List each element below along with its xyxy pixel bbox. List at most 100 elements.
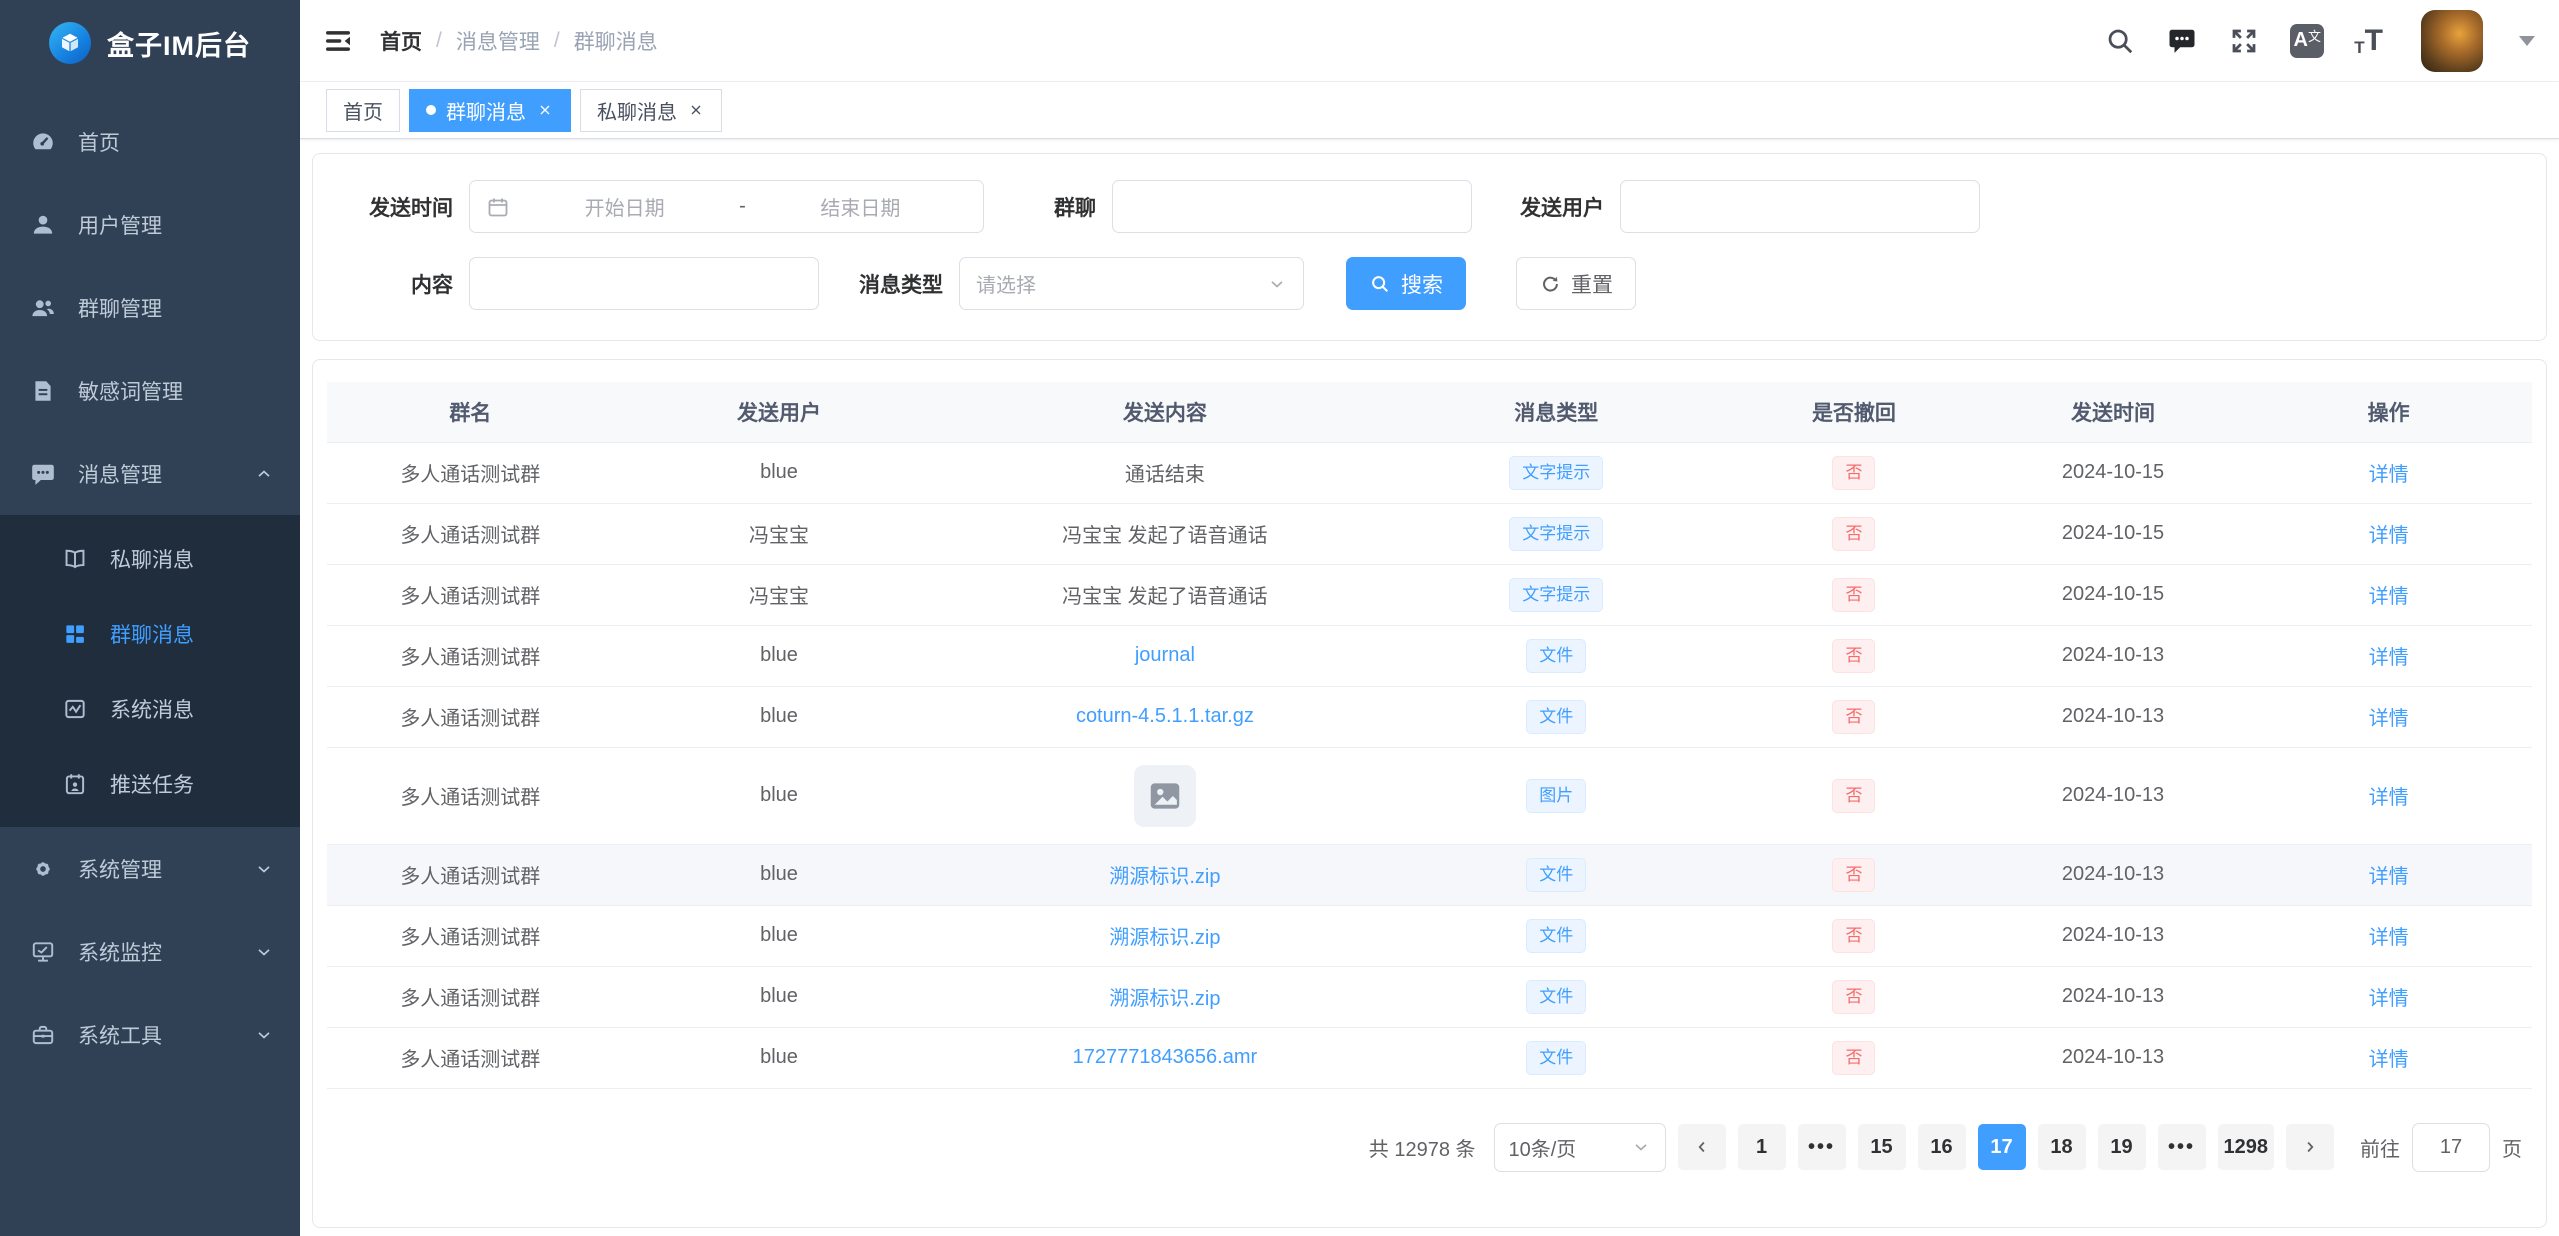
tab-home[interactable]: 首页: [326, 89, 400, 132]
app-title: 盒子IM后台: [107, 24, 251, 63]
date-range-separator: -: [739, 195, 746, 218]
toolbox-icon: [30, 1022, 56, 1048]
page-button[interactable]: 1: [1738, 1124, 1786, 1170]
chevron-down-icon: [1631, 1137, 1651, 1157]
end-date-placeholder[interactable]: 结束日期: [754, 192, 967, 221]
sidebar-subitem-system-messages[interactable]: 系统消息: [0, 671, 300, 746]
chevron-up-icon: [254, 464, 274, 484]
message-bubble-icon[interactable]: [2166, 25, 2198, 57]
sidebar-item-messages[interactable]: 消息管理: [0, 432, 300, 515]
send-user-input[interactable]: [1620, 180, 1980, 233]
page-button[interactable]: 16: [1918, 1124, 1966, 1170]
document-icon: [30, 378, 56, 404]
page-button[interactable]: 18: [2038, 1124, 2086, 1170]
file-link[interactable]: 溯源标识.zip: [1109, 927, 1220, 949]
group-chat-input[interactable]: [1112, 180, 1472, 233]
tab-private-messages[interactable]: 私聊消息: [580, 89, 722, 132]
table-row: 多人通话测试群 blue coturn-4.5.1.1.tar.gz 文件 否 …: [327, 686, 2532, 747]
table-row: 多人通话测试群 冯宝宝 冯宝宝 发起了语音通话 文字提示 否 2024-10-1…: [327, 503, 2532, 564]
sidebar-subitem-private-messages[interactable]: 私聊消息: [0, 521, 300, 596]
font-size-icon[interactable]: T T: [2354, 26, 2383, 56]
breadcrumb-home[interactable]: 首页: [380, 26, 422, 56]
cell-group: 多人通话测试群: [327, 686, 614, 747]
msg-type-tag: 文件: [1526, 700, 1586, 734]
collapse-sidebar-icon[interactable]: [322, 25, 354, 57]
detail-link[interactable]: 详情: [2369, 464, 2409, 486]
detail-link[interactable]: 详情: [2369, 787, 2409, 809]
file-link[interactable]: journal: [1135, 644, 1195, 666]
file-link[interactable]: 1727771843656.amr: [1073, 1046, 1258, 1068]
translate-icon[interactable]: A 文: [2290, 24, 2324, 58]
page-button[interactable]: 19: [2098, 1124, 2146, 1170]
goto-page-input[interactable]: [2412, 1123, 2490, 1172]
detail-link[interactable]: 详情: [2369, 988, 2409, 1010]
cell-content: 冯宝宝 发起了语音通话: [944, 564, 1385, 625]
sidebar-item-system-admin[interactable]: 系统管理: [0, 827, 300, 910]
cell-time: 2024-10-13: [1981, 625, 2246, 686]
page-button[interactable]: 15: [1858, 1124, 1906, 1170]
msg-type-tag: 文件: [1526, 1041, 1586, 1075]
file-link[interactable]: 溯源标识.zip: [1109, 866, 1220, 888]
chevron-down-icon: [254, 859, 274, 879]
sidebar-subitem-group-messages[interactable]: 群聊消息: [0, 596, 300, 671]
fullscreen-icon[interactable]: [2228, 25, 2260, 57]
msg-type-placeholder: 请选择: [976, 269, 1267, 298]
content-input[interactable]: [469, 257, 819, 310]
sidebar-item-groups[interactable]: 群聊管理: [0, 266, 300, 349]
page-size-select[interactable]: 10条/页: [1494, 1123, 1666, 1172]
start-date-placeholder[interactable]: 开始日期: [518, 192, 731, 221]
detail-link[interactable]: 详情: [2369, 927, 2409, 949]
search-icon[interactable]: [2104, 25, 2136, 57]
detail-link[interactable]: 详情: [2369, 1049, 2409, 1071]
prev-page-button[interactable]: [1678, 1124, 1726, 1170]
msg-type-select[interactable]: 请选择: [959, 257, 1304, 310]
sidebar-menu: 首页 用户管理 群聊管理 敏感词管理: [0, 100, 300, 1076]
close-icon[interactable]: [687, 101, 705, 119]
cell-time: 2024-10-15: [1981, 503, 2246, 564]
file-link[interactable]: 溯源标识.zip: [1109, 988, 1220, 1010]
user-avatar[interactable]: [2421, 10, 2483, 72]
sidebar-item-home[interactable]: 首页: [0, 100, 300, 183]
breadcrumb-current: 群聊消息: [574, 26, 658, 56]
cell-group: 多人通话测试群: [327, 905, 614, 966]
chevron-down-icon: [254, 1025, 274, 1045]
page-jumper: 前往 页: [2360, 1123, 2522, 1172]
detail-link[interactable]: 详情: [2369, 866, 2409, 888]
next-page-button[interactable]: [2286, 1124, 2334, 1170]
msg-type-tag: 文件: [1526, 639, 1586, 673]
detail-link[interactable]: 详情: [2369, 708, 2409, 730]
page-button[interactable]: 1298: [2218, 1124, 2275, 1170]
detail-link[interactable]: 详情: [2369, 525, 2409, 547]
avatar-caret-down-icon[interactable]: [2519, 36, 2535, 46]
current-page-button[interactable]: 17: [1978, 1124, 2026, 1170]
date-range-picker[interactable]: 开始日期 - 结束日期: [469, 180, 984, 233]
more-pages-ellipsis[interactable]: •••: [2158, 1124, 2206, 1170]
cell-group: 多人通话测试群: [327, 503, 614, 564]
sidebar-item-sensitive-words[interactable]: 敏感词管理: [0, 349, 300, 432]
filter-row-1: 发送时间 开始日期 - 结束日期 群聊 发送用户: [343, 180, 2516, 233]
recalled-tag: 否: [1832, 919, 1875, 953]
sidebar-item-users[interactable]: 用户管理: [0, 183, 300, 266]
image-thumbnail[interactable]: [1134, 765, 1196, 827]
monitor-icon: [30, 939, 56, 965]
file-link[interactable]: coturn-4.5.1.1.tar.gz: [1076, 705, 1254, 727]
send-user-label: 发送用户: [1520, 192, 1604, 222]
font-size-large-letter: T: [2365, 26, 2383, 56]
sidebar-subitem-push-tasks[interactable]: 推送任务: [0, 746, 300, 821]
message-icon: [30, 461, 56, 487]
cell-user: blue: [614, 1027, 945, 1088]
sidebar-item-system-monitor[interactable]: 系统监控: [0, 910, 300, 993]
search-button[interactable]: 搜索: [1346, 257, 1466, 310]
more-pages-ellipsis[interactable]: •••: [1798, 1124, 1846, 1170]
table-header-row: 群名 发送用户 发送内容 消息类型 是否撤回 发送时间 操作: [327, 382, 2532, 442]
detail-link[interactable]: 详情: [2369, 647, 2409, 669]
tab-group-messages[interactable]: 群聊消息: [409, 89, 571, 132]
reset-button[interactable]: 重置: [1516, 257, 1636, 310]
breadcrumb-messages: 消息管理: [456, 26, 540, 56]
close-icon[interactable]: [536, 101, 554, 119]
detail-link[interactable]: 详情: [2369, 586, 2409, 608]
tab-label: 首页: [343, 96, 383, 125]
tabs-bar: 首页 群聊消息 私聊消息: [300, 82, 2559, 139]
sidebar-item-system-tools[interactable]: 系统工具: [0, 993, 300, 1076]
cell-user: 冯宝宝: [614, 503, 945, 564]
